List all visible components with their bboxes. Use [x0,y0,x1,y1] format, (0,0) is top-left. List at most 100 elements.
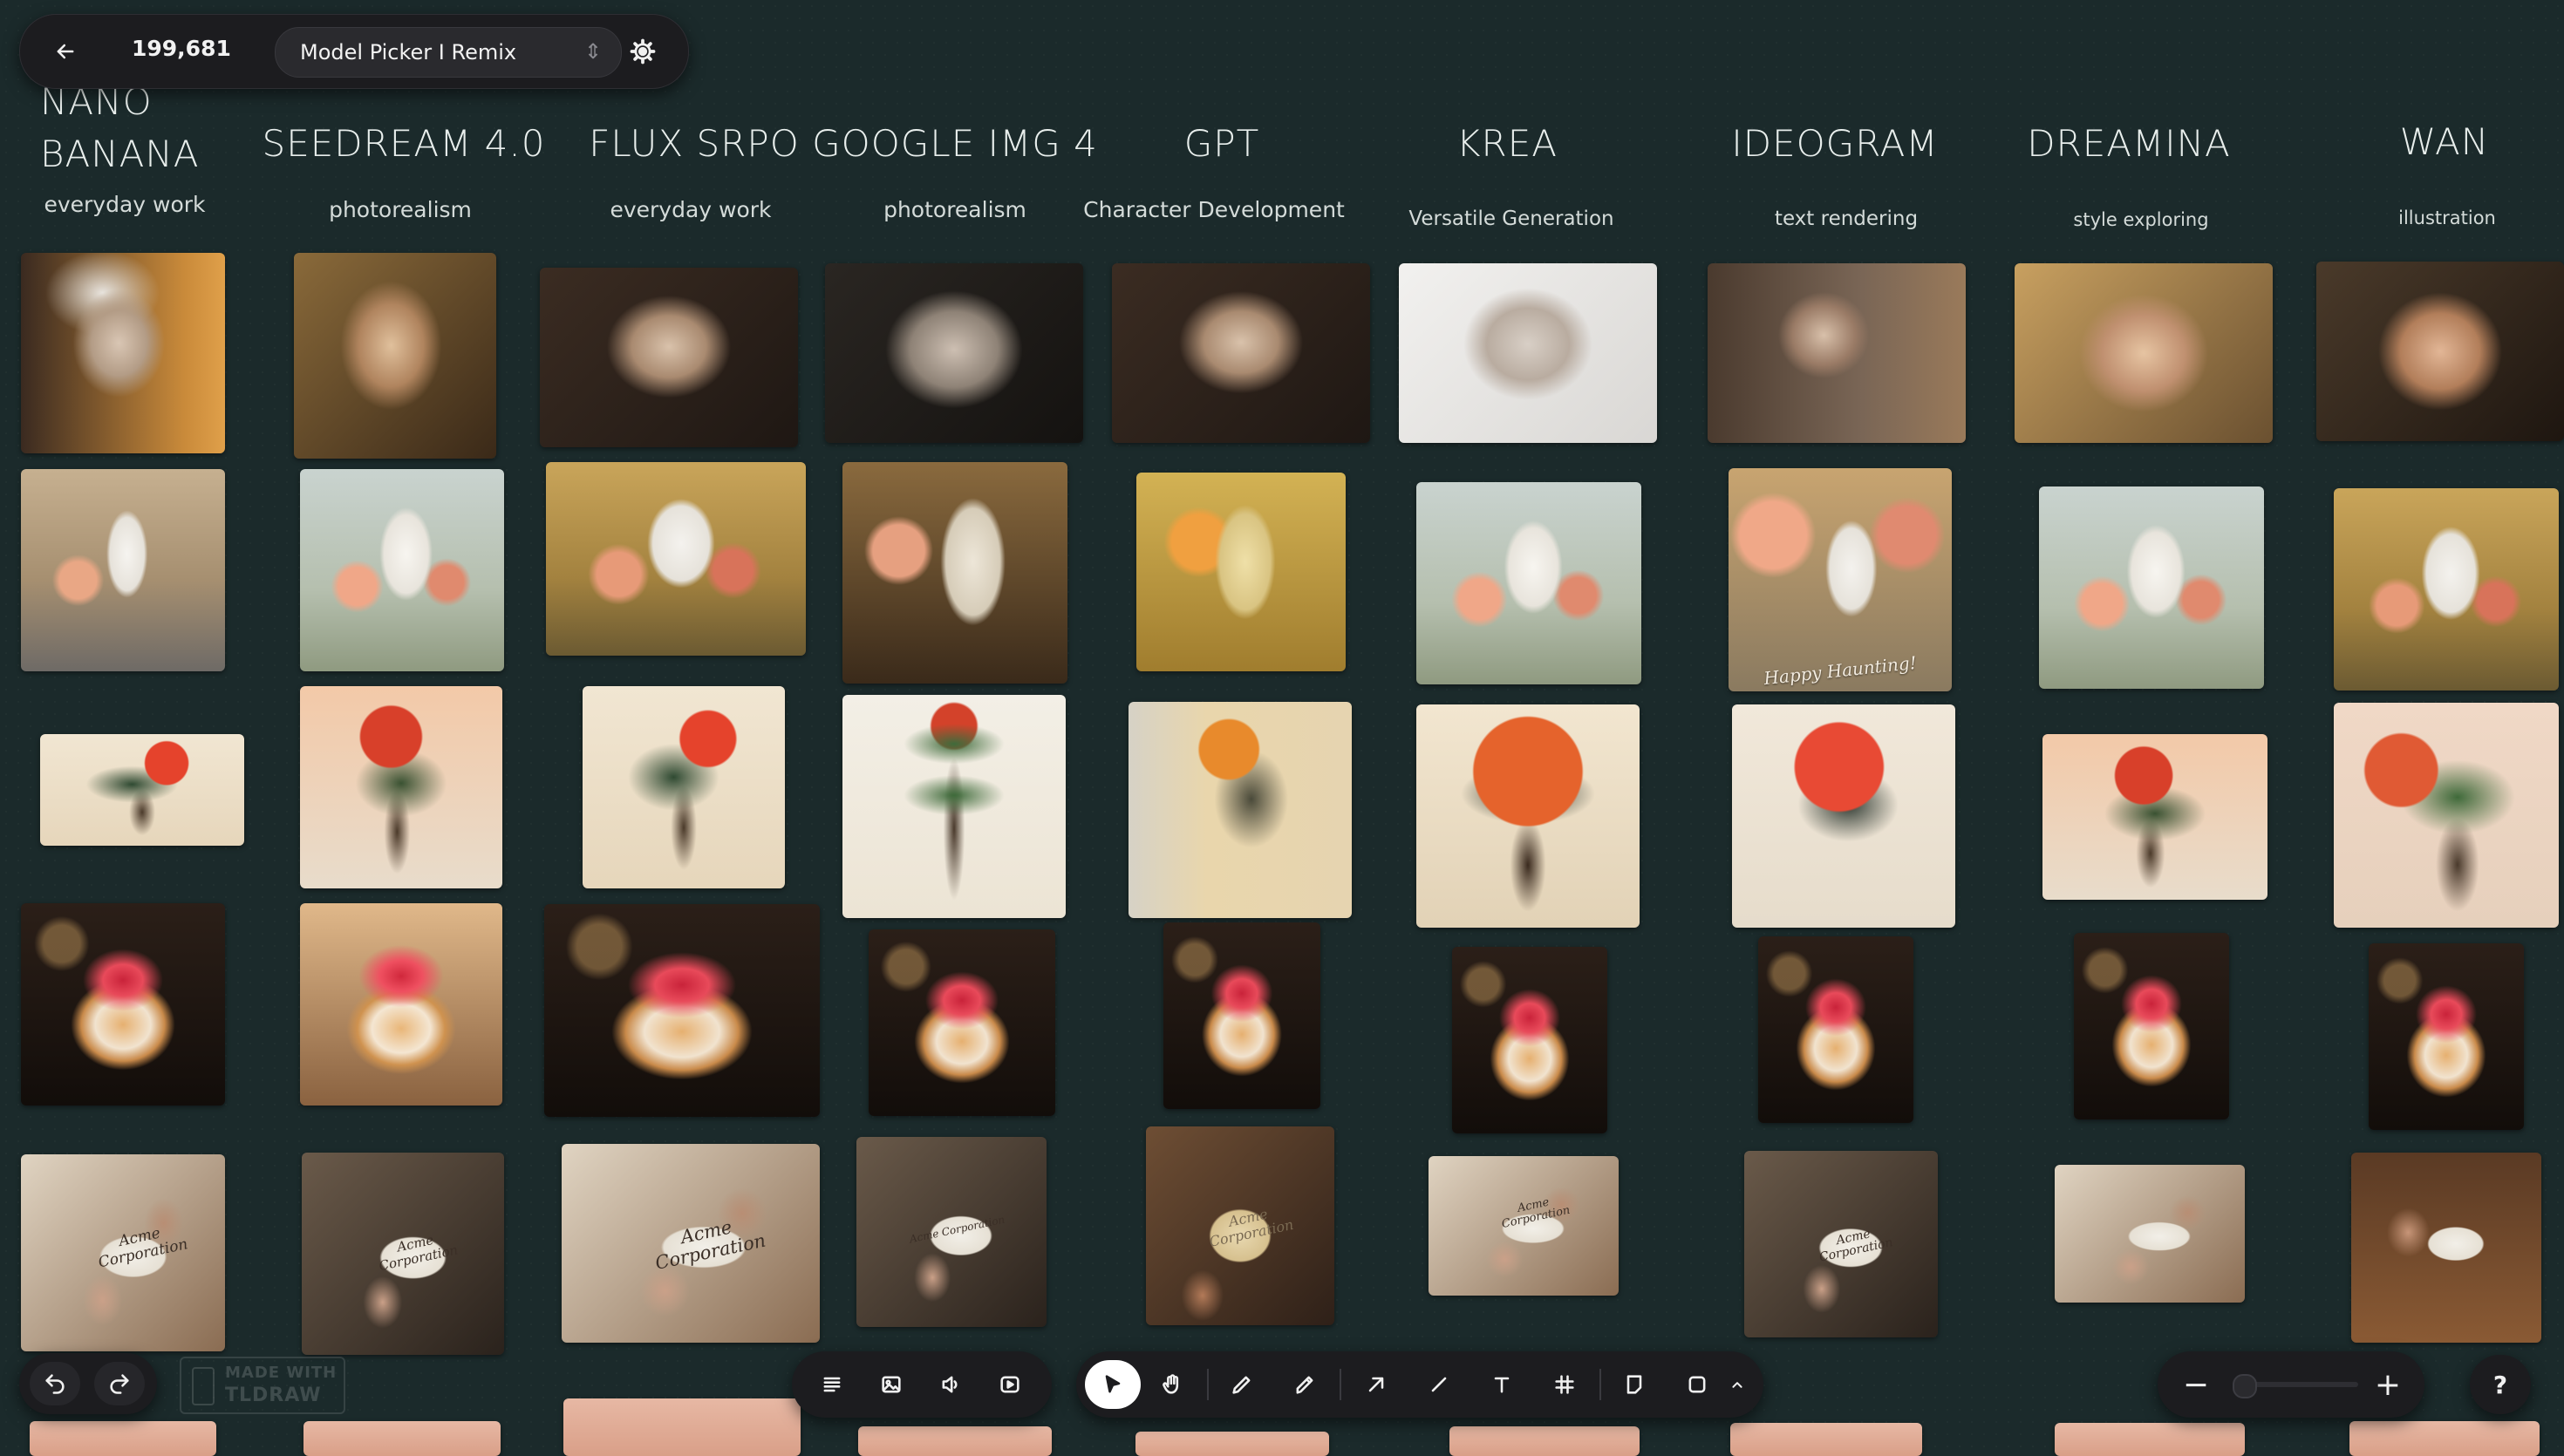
generated-image-portrait[interactable] [1112,263,1370,443]
undo-button[interactable] [30,1362,80,1405]
generated-image-bonsai[interactable] [40,734,244,846]
generated-image-business-card[interactable]: Acme Corporation [302,1153,504,1355]
generated-image-cake[interactable] [544,904,820,1117]
select-arrows-icon: ⇕ [583,39,602,64]
generated-image-ghost-bicycle[interactable] [546,462,806,656]
credits-counter: 199,681 [132,36,231,61]
card-text: Acme Corporation [1500,1195,1572,1232]
generated-image-ghost-bicycle[interactable]: Happy Haunting! [1729,468,1952,691]
undo-icon [45,1374,65,1394]
audio-tool[interactable] [930,1364,972,1405]
generated-image-partial[interactable] [858,1426,1052,1456]
text-prompt-tool[interactable] [811,1364,853,1405]
more-tools-button[interactable] [1722,1369,1753,1400]
generated-image-bonsai[interactable] [2334,703,2559,928]
generated-image-cake[interactable] [1758,936,1913,1123]
zoom-slider-handle[interactable] [2233,1374,2257,1398]
help-button[interactable]: ? [2470,1355,2531,1414]
generated-image-ghost-bicycle[interactable] [21,469,225,671]
text-tool[interactable] [1477,1364,1526,1405]
generated-image-cake[interactable] [300,903,502,1106]
hand-tool[interactable] [1148,1364,1197,1405]
generated-image-bonsai[interactable] [300,686,502,888]
generated-image-cake[interactable] [1452,947,1607,1133]
generated-image-partial[interactable] [30,1421,216,1456]
generated-image-business-card[interactable]: Acme Corporation [1744,1151,1938,1337]
frame-tool[interactable] [1540,1364,1589,1405]
generated-image-bonsai[interactable] [1732,704,1955,928]
generated-image-partial[interactable] [303,1421,501,1456]
column-subtitle: everyday work [44,192,206,217]
text-lines-icon [823,1377,841,1392]
generated-image-bonsai[interactable] [2042,734,2267,900]
line-tool[interactable] [1415,1364,1463,1405]
generated-image-portrait[interactable] [1708,263,1966,443]
generated-image-business-card[interactable]: Acme Corporation [21,1154,225,1351]
made-with-tldraw-watermark[interactable]: MADE WITH TLDRAW [180,1357,345,1414]
generated-image-ghost-bicycle[interactable] [1416,482,1641,684]
select-tool[interactable] [1085,1360,1141,1409]
image-tool[interactable] [870,1364,912,1405]
generated-image-portrait[interactable] [2316,262,2564,441]
card-text: Acme Corporation [96,1224,190,1272]
column-title: SEEDREAM 4.0 [262,122,546,165]
generated-image-portrait[interactable] [2015,263,2273,443]
generated-image-business-card[interactable] [2055,1165,2245,1303]
generated-image-portrait[interactable] [825,263,1083,443]
generated-image-cake[interactable] [21,903,225,1106]
generated-image-ghost-bicycle[interactable] [1136,473,1346,671]
zoom-in-button[interactable]: + [2367,1364,2409,1405]
generated-image-bonsai[interactable] [1129,702,1352,918]
generated-image-bonsai[interactable] [842,695,1066,918]
frame-hash-icon [1555,1375,1574,1394]
generated-image-portrait[interactable] [21,253,225,453]
generated-image-business-card[interactable]: Acme Corporation [562,1144,820,1343]
redo-button[interactable] [94,1362,145,1405]
column-subtitle: style exploring [2073,209,2209,230]
generated-image-partial[interactable] [2055,1423,2245,1456]
generated-image-partial[interactable] [563,1398,801,1456]
toolbar-divider [1340,1369,1341,1400]
generated-image-bonsai[interactable] [583,686,785,888]
note-tool[interactable] [1610,1364,1659,1405]
settings-button[interactable] [622,31,664,72]
column-subtitle: Character Development [1083,197,1345,222]
generated-image-business-card[interactable]: Acme Corporation [1146,1126,1334,1325]
generated-image-partial[interactable] [1730,1423,1922,1456]
generated-image-ghost-bicycle[interactable] [2039,486,2264,689]
zoom-out-button[interactable]: − [2175,1364,2217,1405]
model-picker-select[interactable]: Model Picker I Remix ⇕ [275,27,622,78]
generated-image-business-card[interactable] [2351,1153,2541,1343]
generated-image-bonsai[interactable] [1416,704,1640,928]
draw-tool[interactable] [1217,1364,1266,1405]
generated-image-ghost-bicycle[interactable] [2334,488,2559,691]
generated-image-partial[interactable] [1449,1426,1640,1456]
column-subtitle: photorealism [329,197,472,222]
generated-image-cake[interactable] [869,929,1055,1116]
generated-image-ghost-bicycle[interactable] [842,462,1067,684]
generated-image-portrait[interactable] [540,268,798,447]
zoom-slider[interactable] [2233,1374,2358,1398]
generated-image-portrait[interactable] [294,253,496,459]
back-button[interactable] [44,31,86,72]
generated-image-cake[interactable] [2369,943,2524,1130]
sticky-note-icon [1626,1375,1642,1394]
column-subtitle: Versatile Generation [1408,208,1614,230]
column-title: FLUX SRPO [589,122,800,165]
generated-image-cake[interactable] [1163,922,1320,1109]
column-title-line2: BANANA [40,133,200,175]
video-play-icon [1000,1376,1019,1393]
highlight-tool[interactable] [1280,1364,1329,1405]
generated-image-portrait[interactable] [1399,263,1657,443]
card-text: Acme Corporation [908,1213,1006,1246]
generated-image-business-card[interactable]: Acme Corporation [1429,1156,1619,1296]
arrow-tool[interactable] [1352,1364,1401,1405]
rectangle-tool[interactable] [1673,1364,1722,1405]
pencil-icon [1232,1376,1251,1394]
generated-image-ghost-bicycle[interactable] [300,469,504,671]
generated-image-business-card[interactable]: Acme Corporation [856,1137,1047,1327]
generated-image-cake[interactable] [2074,933,2229,1119]
generated-image-partial[interactable] [2349,1421,2540,1456]
column-title: GOOGLE IMG 4 [812,122,1098,165]
video-tool[interactable] [989,1364,1031,1405]
